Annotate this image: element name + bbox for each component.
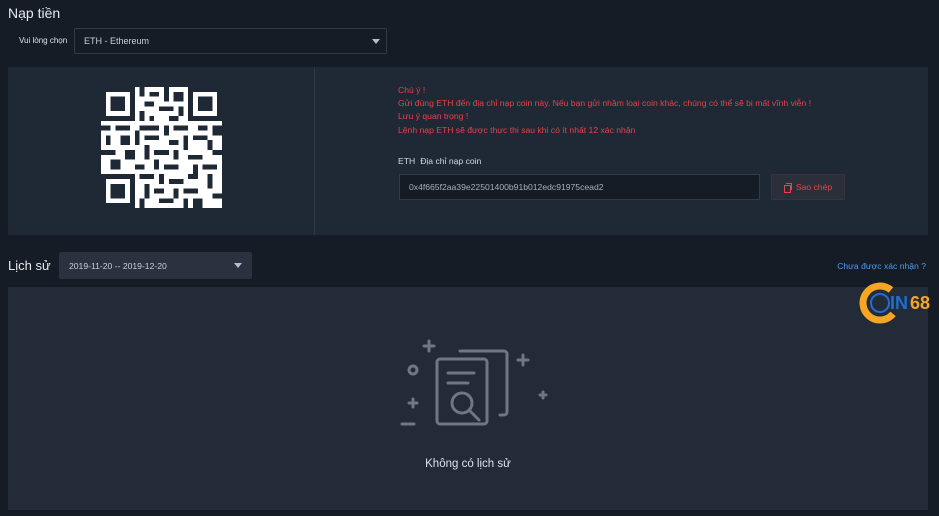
warning-line: Lưu ý quan trọng ! <box>398 111 469 122</box>
coin-select-label: Vui lòng chọn <box>19 36 68 45</box>
address-label: ETH Địa chỉ nạp coin <box>398 156 481 166</box>
history-title: Lịch sử <box>8 258 51 273</box>
history-panel: Không có lịch sử <box>8 287 928 510</box>
page-title: Nạp tiền <box>8 5 61 21</box>
deposit-warnings: Chú ý ! Gửi đúng ETH đến địa chỉ nạp coi… <box>398 84 811 137</box>
empty-documents-icon <box>400 339 548 426</box>
warning-line: Lệnh nạp ETH sẽ được thực thi sau khi có… <box>398 124 636 135</box>
warning-line: Gửi đúng ETH đến địa chỉ nạp coin này. N… <box>398 98 812 109</box>
address-label-text: Địa chỉ nạp coin <box>420 156 482 166</box>
date-range-value: 2019-11-20 -- 2019-12-20 <box>69 261 167 271</box>
chevron-down-icon <box>234 263 242 268</box>
copy-icon <box>783 183 792 193</box>
deposit-address-field[interactable]: 0x4f665f2aa39e22501400b91b012edc91975cea… <box>399 174 760 200</box>
qr-code <box>101 87 222 208</box>
chevron-down-icon <box>372 39 380 44</box>
coin-select[interactable]: ETH - Ethereum <box>74 28 387 54</box>
deposit-panel: Chú ý ! Gửi đúng ETH đến địa chỉ nạp coi… <box>8 67 928 235</box>
coin68-watermark-logo: C IN 68 <box>859 282 930 324</box>
watermark-text-mid: IN <box>890 293 908 313</box>
warning-line: Chú ý ! <box>398 85 426 95</box>
copy-button-label: Sao chép <box>795 182 833 192</box>
unconfirmed-link[interactable]: Chưa được xác nhận ? <box>837 261 926 271</box>
coin-select-value: ETH - Ethereum <box>84 36 150 46</box>
watermark-text-num: 68 <box>910 293 930 313</box>
copy-button[interactable]: Sao chép <box>771 174 845 200</box>
empty-history-text: Không có lịch sử <box>425 458 511 470</box>
panel-divider <box>314 67 315 235</box>
address-coin: ETH <box>398 156 416 166</box>
date-range-select[interactable]: 2019-11-20 -- 2019-12-20 <box>59 252 252 279</box>
